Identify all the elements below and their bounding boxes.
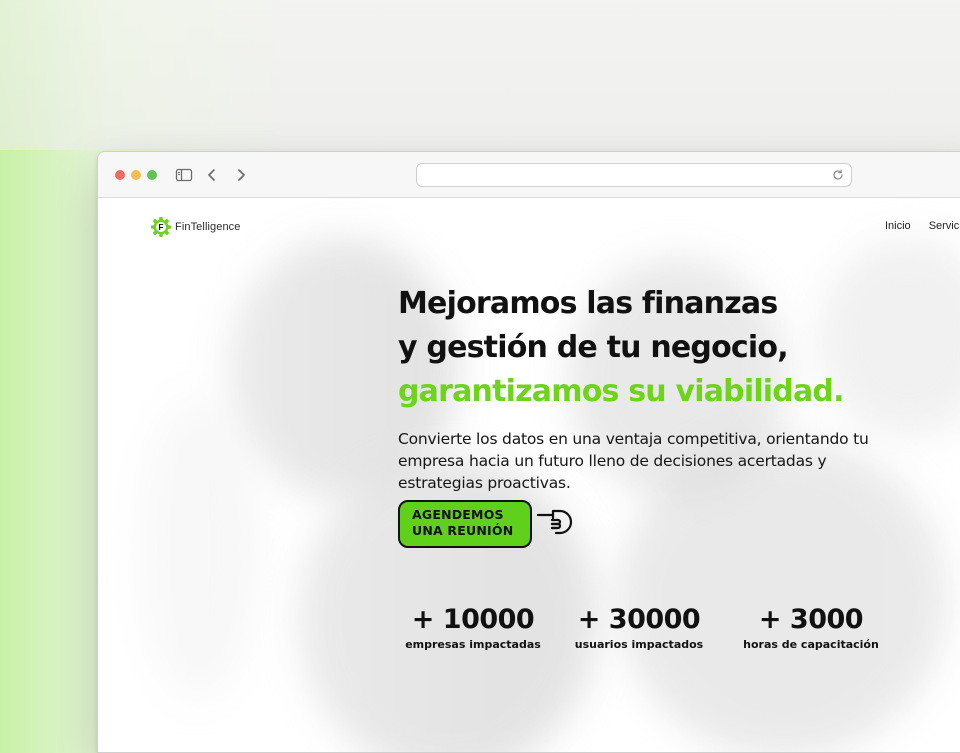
reload-icon[interactable] <box>831 168 845 182</box>
close-window-button[interactable] <box>115 170 125 180</box>
cta-label-line2: UNA REUNIÓN <box>412 523 514 538</box>
site-logo[interactable]: F FinTelligence <box>150 216 241 238</box>
main-nav: Inicio Servici <box>885 220 960 232</box>
stat-item: + 3000 horas de capacitación <box>736 604 886 651</box>
hero-title: Mejoramos las finanzas y gestión de tu n… <box>398 282 898 414</box>
hero-subtitle: Convierte los datos en una ventaja compe… <box>398 430 869 492</box>
hero-title-line2: y gestión de tu negocio, <box>398 330 789 365</box>
hero-section: Mejoramos las finanzas y gestión de tu n… <box>398 282 898 494</box>
stat-label: horas de capacitación <box>743 638 879 651</box>
cta-label-line1: AGENDEMOS <box>412 507 504 522</box>
minimize-window-button[interactable] <box>131 170 141 180</box>
stat-value: + 30000 <box>577 604 701 635</box>
stat-label: empresas impactadas <box>405 638 541 651</box>
web-page: F FinTelligence Inicio Servici Mejoramos… <box>98 198 960 752</box>
stat-item: + 10000 empresas impactadas <box>398 604 548 651</box>
schedule-meeting-button[interactable]: AGENDEMOS UNA REUNIÓN <box>398 500 532 548</box>
sidebar-icon[interactable] <box>174 165 194 185</box>
stat-value: + 3000 <box>758 604 864 635</box>
browser-window: F FinTelligence Inicio Servici Mejoramos… <box>97 151 960 753</box>
gear-logo-icon: F <box>151 217 171 237</box>
zoom-window-button[interactable] <box>147 170 157 180</box>
stat-label: usuarios impactados <box>574 638 704 651</box>
chevron-left-icon[interactable] <box>202 165 222 185</box>
stat-item: + 30000 usuarios impactados <box>564 604 714 651</box>
address-bar[interactable] <box>416 163 852 187</box>
chevron-right-icon[interactable] <box>231 165 251 185</box>
backdrop <box>0 0 960 150</box>
pointing-hand-icon <box>536 509 573 535</box>
browser-toolbar <box>98 152 960 198</box>
hero-title-line1: Mejoramos las finanzas <box>398 286 778 321</box>
stats-row: + 10000 empresas impactadas + 30000 usua… <box>398 604 886 651</box>
logo-text: FinTelligence <box>175 221 241 233</box>
svg-text:F: F <box>158 222 163 232</box>
hero-title-accent: garantizamos su viabilidad. <box>398 374 844 409</box>
nav-item-inicio[interactable]: Inicio <box>885 220 911 232</box>
stat-value: + 10000 <box>411 604 535 635</box>
nav-item-servicios[interactable]: Servici <box>929 220 960 232</box>
